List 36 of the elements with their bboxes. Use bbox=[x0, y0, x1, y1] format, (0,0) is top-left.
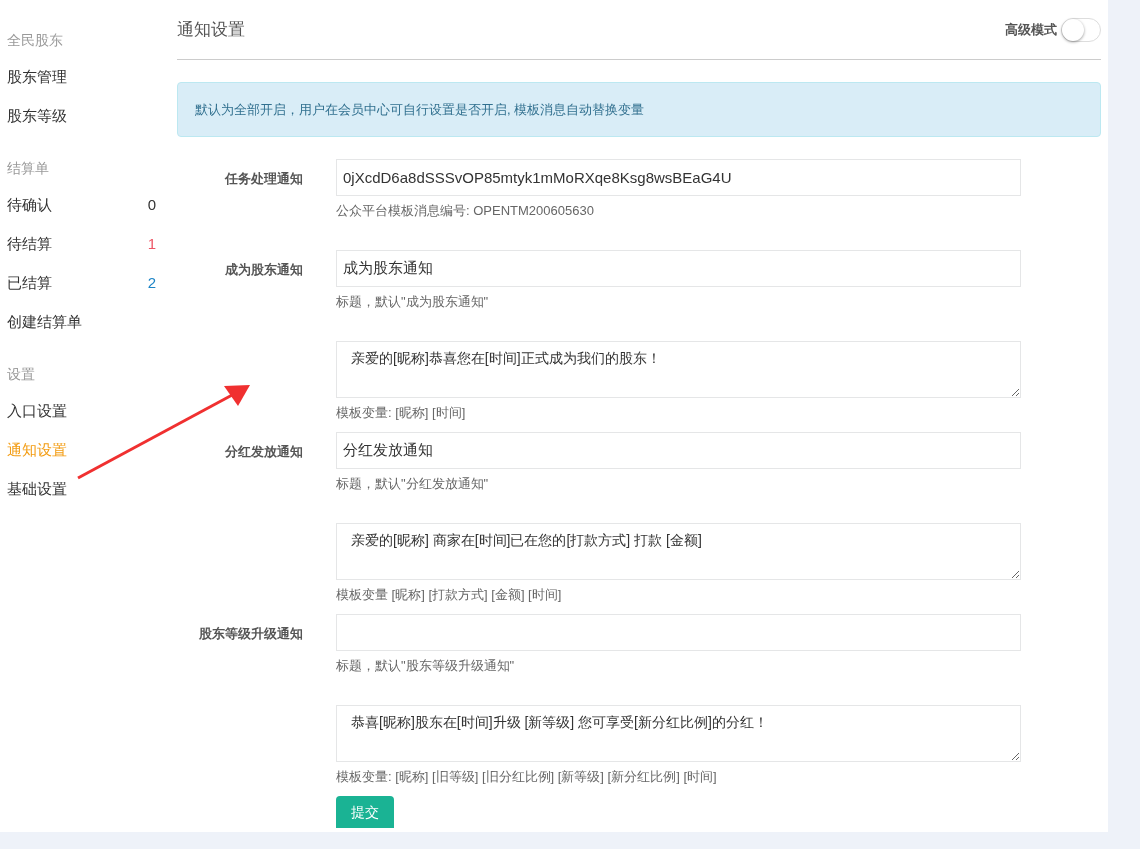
sidebar-item[interactable]: 基础设置 bbox=[7, 470, 156, 509]
help-text: 模板变量: [昵称] [旧等级] [旧分红比例] [新等级] [新分红比例] [时间] bbox=[336, 768, 717, 786]
help-text: 模板变量: [昵称] [时间] bbox=[336, 404, 466, 422]
sidebar-item[interactable]: 股东管理 bbox=[7, 58, 156, 97]
message-textarea[interactable]: 亲爱的[昵称]恭喜您在[时间]正式成为我们的股东！ bbox=[336, 341, 1021, 398]
sidebar-heading: 全民股东 bbox=[7, 31, 63, 50]
sidebar-item[interactable]: 待确认 0 bbox=[7, 186, 156, 225]
sidebar-item[interactable]: 股东等级 bbox=[7, 97, 156, 136]
message-textarea[interactable]: 恭喜[昵称]股东在[时间]升级 [新等级] 您可享受[新分红比例]的分红！ bbox=[336, 705, 1021, 762]
help-text: 模板变量 [昵称] [打款方式] [金额] [时间] bbox=[336, 586, 562, 604]
help-text: 标题，默认"分红发放通知" bbox=[336, 475, 489, 493]
field-label: 任务处理通知 bbox=[225, 170, 303, 188]
sidebar-item[interactable]: 已结算 2 bbox=[7, 264, 156, 303]
page-title: 通知设置 bbox=[177, 18, 245, 41]
message-textarea[interactable]: 亲爱的[昵称] 商家在[时间]已在您的[打款方式] 打款 [金额] bbox=[336, 523, 1021, 580]
text-input[interactable]: 成为股东通知 bbox=[336, 250, 1021, 287]
count-number: 0 bbox=[147, 195, 156, 216]
sidebar-heading: 设置 bbox=[7, 365, 35, 384]
field-label: 成为股东通知 bbox=[225, 261, 303, 279]
text-input[interactable]: 分红发放通知 bbox=[336, 432, 1021, 469]
sidebar-heading: 结算单 bbox=[7, 159, 49, 178]
sidebar-item[interactable]: 创建结算单 bbox=[7, 303, 156, 342]
count-number: 2 bbox=[147, 273, 156, 294]
sidebar-item[interactable]: 待结算 1 bbox=[7, 225, 156, 264]
sidebar-item[interactable]: 入口设置 bbox=[7, 392, 156, 431]
text-input[interactable]: 0jXcdD6a8dSSSvOP85mtyk1mMoRXqe8Ksg8wsBEaG4U bbox=[336, 159, 1021, 196]
info-alert: 默认为全部开启，用户在会员中心可自行设置是否开启, 模板消息自动替换变量 bbox=[177, 82, 1101, 137]
field-label: 股东等级升级通知 bbox=[199, 625, 303, 643]
advanced-mode-toggle[interactable] bbox=[1061, 17, 1101, 42]
help-text: 标题，默认"股东等级升级通知" bbox=[336, 657, 515, 675]
help-text: 公众平台模板消息编号: OPENTM200605630 bbox=[336, 202, 594, 220]
advanced-mode-label: 高级模式 bbox=[1005, 20, 1057, 39]
help-text: 标题，默认"成为股东通知" bbox=[336, 293, 489, 311]
count-number: 1 bbox=[147, 234, 156, 255]
text-input[interactable] bbox=[336, 614, 1021, 651]
field-label: 分红发放通知 bbox=[225, 443, 303, 461]
